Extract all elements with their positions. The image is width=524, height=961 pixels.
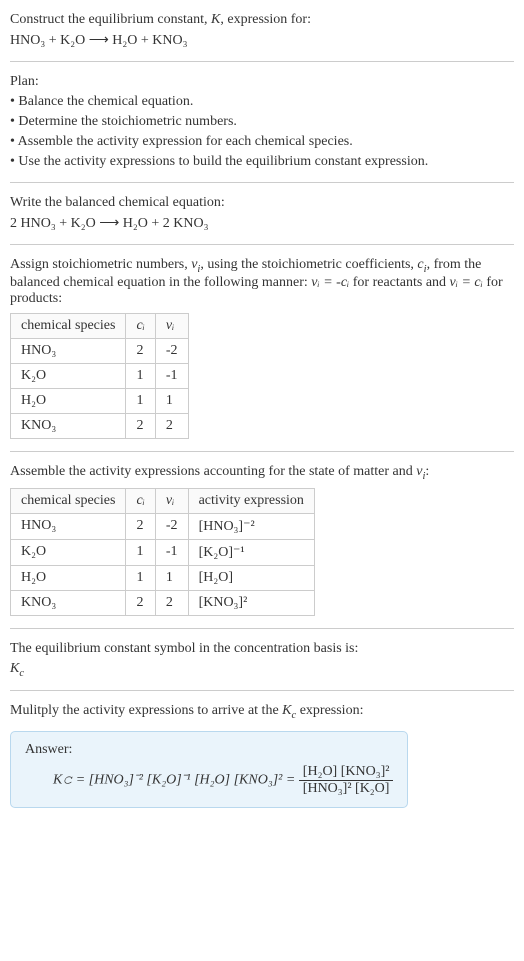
cell-species: HNO₃ xyxy=(11,513,126,539)
answer-box: Answer: K𝚌 = [HNO₃]⁻² [K₂O]⁻¹ [H₂O] [KNO… xyxy=(10,731,408,808)
assemble-section: Assemble the activity expressions accoun… xyxy=(10,464,514,616)
cell-vi: -2 xyxy=(155,513,188,539)
divider xyxy=(10,628,514,629)
cell-species: KNO₃ xyxy=(11,413,126,438)
cell-ci: 2 xyxy=(126,413,155,438)
cell-activity: [HNO₃]⁻² xyxy=(188,513,314,539)
fraction-numerator: [H₂O] [KNO₃]² xyxy=(299,764,394,781)
cell-ci: 2 xyxy=(126,513,155,539)
prompt-text-1: Construct the equilibrium constant, xyxy=(10,12,211,27)
cell-vi: 1 xyxy=(155,388,188,413)
balanced-intro: Write the balanced chemical equation: xyxy=(10,195,514,211)
table-row: HNO₃ 2 -2 xyxy=(11,338,189,363)
unbalanced-equation: HNO₃ + K₂O ⟶ H₂O + KNO₃ xyxy=(10,32,514,49)
cell-ci: 1 xyxy=(126,388,155,413)
cell-vi: 2 xyxy=(155,590,188,615)
table-header-row: chemical species cᵢ νᵢ activity expressi… xyxy=(11,488,315,513)
K-symbol: K xyxy=(211,12,220,27)
answer-fraction: [H₂O] [KNO₃]² [HNO₃]² [K₂O] xyxy=(299,764,394,797)
cell-ci: 1 xyxy=(126,363,155,388)
K-letter: K xyxy=(282,703,291,718)
kc-symbol: Kc xyxy=(10,661,514,679)
plan-bullet-2: • Determine the stoichiometric numbers. xyxy=(10,114,514,130)
assign-p2: , using the stoichiometric coefficients, xyxy=(200,257,417,272)
plan-bullet-1: • Balance the chemical equation. xyxy=(10,94,514,110)
table-row: KNO₃ 2 2 [KNO₃]² xyxy=(11,590,315,615)
multiply-p1: Mulitply the activity expressions to arr… xyxy=(10,703,282,718)
prompt-section: Construct the equilibrium constant, K, e… xyxy=(10,12,514,49)
divider xyxy=(10,61,514,62)
symbol-intro: The equilibrium constant symbol in the c… xyxy=(10,641,514,657)
divider xyxy=(10,690,514,691)
cell-species: K₂O xyxy=(11,363,126,388)
table-row: K₂O 1 -1 [K₂O]⁻¹ xyxy=(11,539,315,565)
cell-vi: -1 xyxy=(155,363,188,388)
K-letter: K xyxy=(10,661,19,676)
eq-reactants: νᵢ = -cᵢ xyxy=(311,275,349,290)
cell-vi: -2 xyxy=(155,338,188,363)
th-species: chemical species xyxy=(11,488,126,513)
table-row: KNO₃ 2 2 xyxy=(11,413,189,438)
cell-ci: 2 xyxy=(126,590,155,615)
cell-activity: [K₂O]⁻¹ xyxy=(188,539,314,565)
multiply-section: Mulitply the activity expressions to arr… xyxy=(10,703,514,808)
symbol-section: The equilibrium constant symbol in the c… xyxy=(10,641,514,679)
cell-vi: 1 xyxy=(155,565,188,590)
cell-activity: [KNO₃]² xyxy=(188,590,314,615)
plan-section: Plan: • Balance the chemical equation. •… xyxy=(10,74,514,170)
activity-table: chemical species cᵢ νᵢ activity expressi… xyxy=(10,488,315,616)
table-row: H₂O 1 1 [H₂O] xyxy=(11,565,315,590)
multiply-p2: expression: xyxy=(296,703,363,718)
eq-products: νᵢ = cᵢ xyxy=(450,275,483,290)
th-activity: activity expression xyxy=(188,488,314,513)
balanced-section: Write the balanced chemical equation: 2 … xyxy=(10,195,514,232)
divider xyxy=(10,244,514,245)
answer-expression: K𝚌 = [HNO₃]⁻² [K₂O]⁻¹ [H₂O] [KNO₃]² = [H… xyxy=(25,764,393,797)
divider xyxy=(10,182,514,183)
stoich-table: chemical species cᵢ νᵢ HNO₃ 2 -2 K₂O 1 -… xyxy=(10,313,189,439)
th-ci: cᵢ xyxy=(126,488,155,513)
cell-species: KNO₃ xyxy=(11,590,126,615)
th-ci: cᵢ xyxy=(126,313,155,338)
cell-species: K₂O xyxy=(11,539,126,565)
plan-bullet-4: • Use the activity expressions to build … xyxy=(10,154,514,170)
assemble-p1: Assemble the activity expressions accoun… xyxy=(10,464,416,479)
assign-text: Assign stoichiometric numbers, νi, using… xyxy=(10,257,514,307)
plan-title: Plan: xyxy=(10,74,514,90)
th-vi: νᵢ xyxy=(155,313,188,338)
th-vi: νᵢ xyxy=(155,488,188,513)
multiply-text: Mulitply the activity expressions to arr… xyxy=(10,703,514,721)
table-row: H₂O 1 1 xyxy=(11,388,189,413)
cell-vi: -1 xyxy=(155,539,188,565)
cell-species: H₂O xyxy=(11,565,126,590)
table-row: HNO₃ 2 -2 [HNO₃]⁻² xyxy=(11,513,315,539)
prompt-line: Construct the equilibrium constant, K, e… xyxy=(10,12,514,28)
plan-bullet-3: • Assemble the activity expression for e… xyxy=(10,134,514,150)
cell-vi: 2 xyxy=(155,413,188,438)
table-header-row: chemical species cᵢ νᵢ xyxy=(11,313,189,338)
cell-species: HNO₃ xyxy=(11,338,126,363)
cell-ci: 1 xyxy=(126,565,155,590)
assemble-p2: : xyxy=(425,464,429,479)
table-row: K₂O 1 -1 xyxy=(11,363,189,388)
divider xyxy=(10,451,514,452)
kc-sub: c xyxy=(19,667,24,678)
cell-activity: [H₂O] xyxy=(188,565,314,590)
th-species: chemical species xyxy=(11,313,126,338)
answer-label: Answer: xyxy=(25,742,393,758)
assign-p1: Assign stoichiometric numbers, xyxy=(10,257,191,272)
cell-ci: 1 xyxy=(126,539,155,565)
answer-lhs: K𝚌 = [HNO₃]⁻² [K₂O]⁻¹ [H₂O] [KNO₃]² = xyxy=(53,773,299,788)
cell-species: H₂O xyxy=(11,388,126,413)
assign-p4: for reactants and xyxy=(349,275,449,290)
balanced-equation: 2 HNO₃ + K₂O ⟶ H₂O + 2 KNO₃ xyxy=(10,215,514,232)
cell-ci: 2 xyxy=(126,338,155,363)
assemble-text: Assemble the activity expressions accoun… xyxy=(10,464,514,482)
assign-section: Assign stoichiometric numbers, νi, using… xyxy=(10,257,514,439)
fraction-denominator: [HNO₃]² [K₂O] xyxy=(299,781,394,797)
prompt-text-2: , expression for: xyxy=(220,12,311,27)
